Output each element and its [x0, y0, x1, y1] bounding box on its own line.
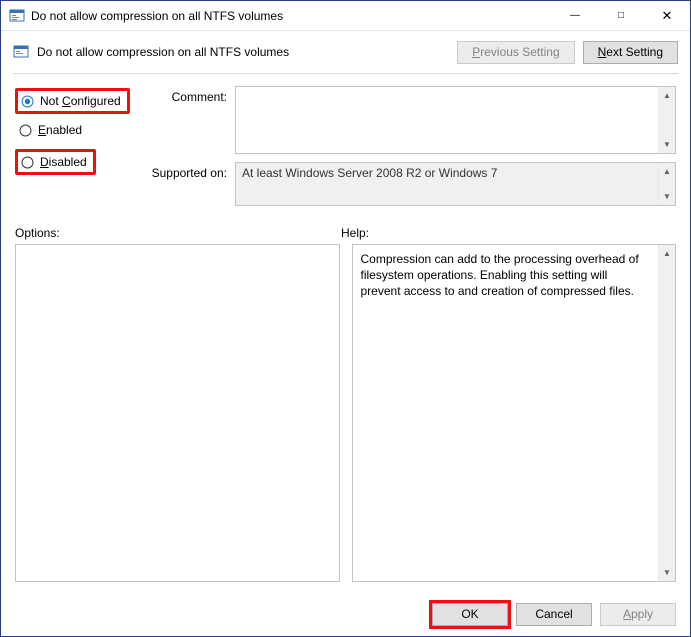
ok-button[interactable]: OK	[432, 603, 508, 626]
scroll-up-icon: ▲	[659, 87, 675, 104]
cancel-button[interactable]: Cancel	[516, 603, 592, 626]
radio-not-configured-label: Not Configured	[40, 94, 121, 108]
scroll-up-icon: ▲	[659, 163, 675, 180]
previous-setting-button: Previous Setting	[457, 41, 574, 64]
comment-field-wrap: ▲ ▼	[235, 86, 676, 154]
state-radio-group: Not Configured Enabled Disabled	[15, 86, 145, 214]
radio-checked-icon	[21, 95, 34, 108]
close-button[interactable]: ✕	[644, 1, 690, 31]
scrollbar[interactable]: ▲ ▼	[658, 87, 675, 153]
body-area: Not Configured Enabled Disabled Comment:	[1, 74, 690, 592]
options-label: Options:	[15, 226, 341, 240]
radio-disabled-label: Disabled	[40, 155, 87, 169]
scroll-down-icon: ▼	[659, 136, 675, 153]
scrollbar[interactable]: ▲ ▼	[658, 163, 675, 205]
maximize-button[interactable]: □	[598, 1, 644, 31]
scroll-down-icon: ▼	[659, 564, 675, 581]
scrollbar[interactable]: ▲ ▼	[658, 245, 675, 581]
radio-enabled[interactable]: Enabled	[15, 119, 145, 141]
next-setting-button[interactable]: Next Setting	[583, 41, 678, 64]
options-panel	[15, 244, 340, 582]
supported-label: Supported on:	[145, 162, 235, 206]
top-area: Not Configured Enabled Disabled Comment:	[15, 86, 676, 214]
titlebar: Do not allow compression on all NTFS vol…	[1, 1, 690, 31]
comment-field[interactable]	[236, 87, 658, 153]
minimize-button[interactable]: —	[552, 1, 598, 31]
panel-labels: Options: Help:	[15, 226, 676, 240]
comment-label: Comment:	[145, 86, 235, 154]
radio-enabled-label: Enabled	[38, 123, 82, 137]
radio-unchecked-icon	[21, 156, 34, 169]
scroll-up-icon: ▲	[659, 245, 675, 262]
supported-field-wrap: At least Windows Server 2008 R2 or Windo…	[235, 162, 676, 206]
supported-row: Supported on: At least Windows Server 20…	[145, 162, 676, 206]
header-strip: Do not allow compression on all NTFS vol…	[1, 31, 690, 73]
scroll-down-icon: ▼	[659, 188, 675, 205]
help-label: Help:	[341, 226, 369, 240]
policy-title: Do not allow compression on all NTFS vol…	[37, 45, 449, 59]
supported-field: At least Windows Server 2008 R2 or Windo…	[236, 163, 658, 205]
help-content: Compression can add to the processing ov…	[353, 245, 659, 581]
help-panel: Compression can add to the processing ov…	[352, 244, 677, 582]
radio-unchecked-icon	[19, 124, 32, 137]
dialog-footer: OK Cancel Apply	[1, 592, 690, 636]
window-title: Do not allow compression on all NTFS vol…	[31, 9, 552, 23]
radio-disabled[interactable]: Disabled	[15, 149, 96, 175]
panels: Compression can add to the processing ov…	[15, 244, 676, 582]
app-icon	[9, 8, 25, 24]
comment-row: Comment: ▲ ▼	[145, 86, 676, 154]
apply-button: Apply	[600, 603, 676, 626]
policy-icon	[13, 44, 29, 60]
options-content	[16, 245, 339, 581]
window-controls: — □ ✕	[552, 1, 690, 31]
fields-column: Comment: ▲ ▼ Supported on: At least Wind…	[145, 86, 676, 214]
radio-not-configured[interactable]: Not Configured	[15, 88, 130, 114]
